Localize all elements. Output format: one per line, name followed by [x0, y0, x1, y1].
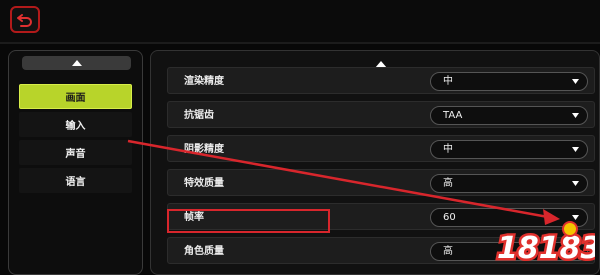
watermark-logo: 18183 [495, 221, 595, 269]
svg-text:18183: 18183 [497, 231, 595, 266]
